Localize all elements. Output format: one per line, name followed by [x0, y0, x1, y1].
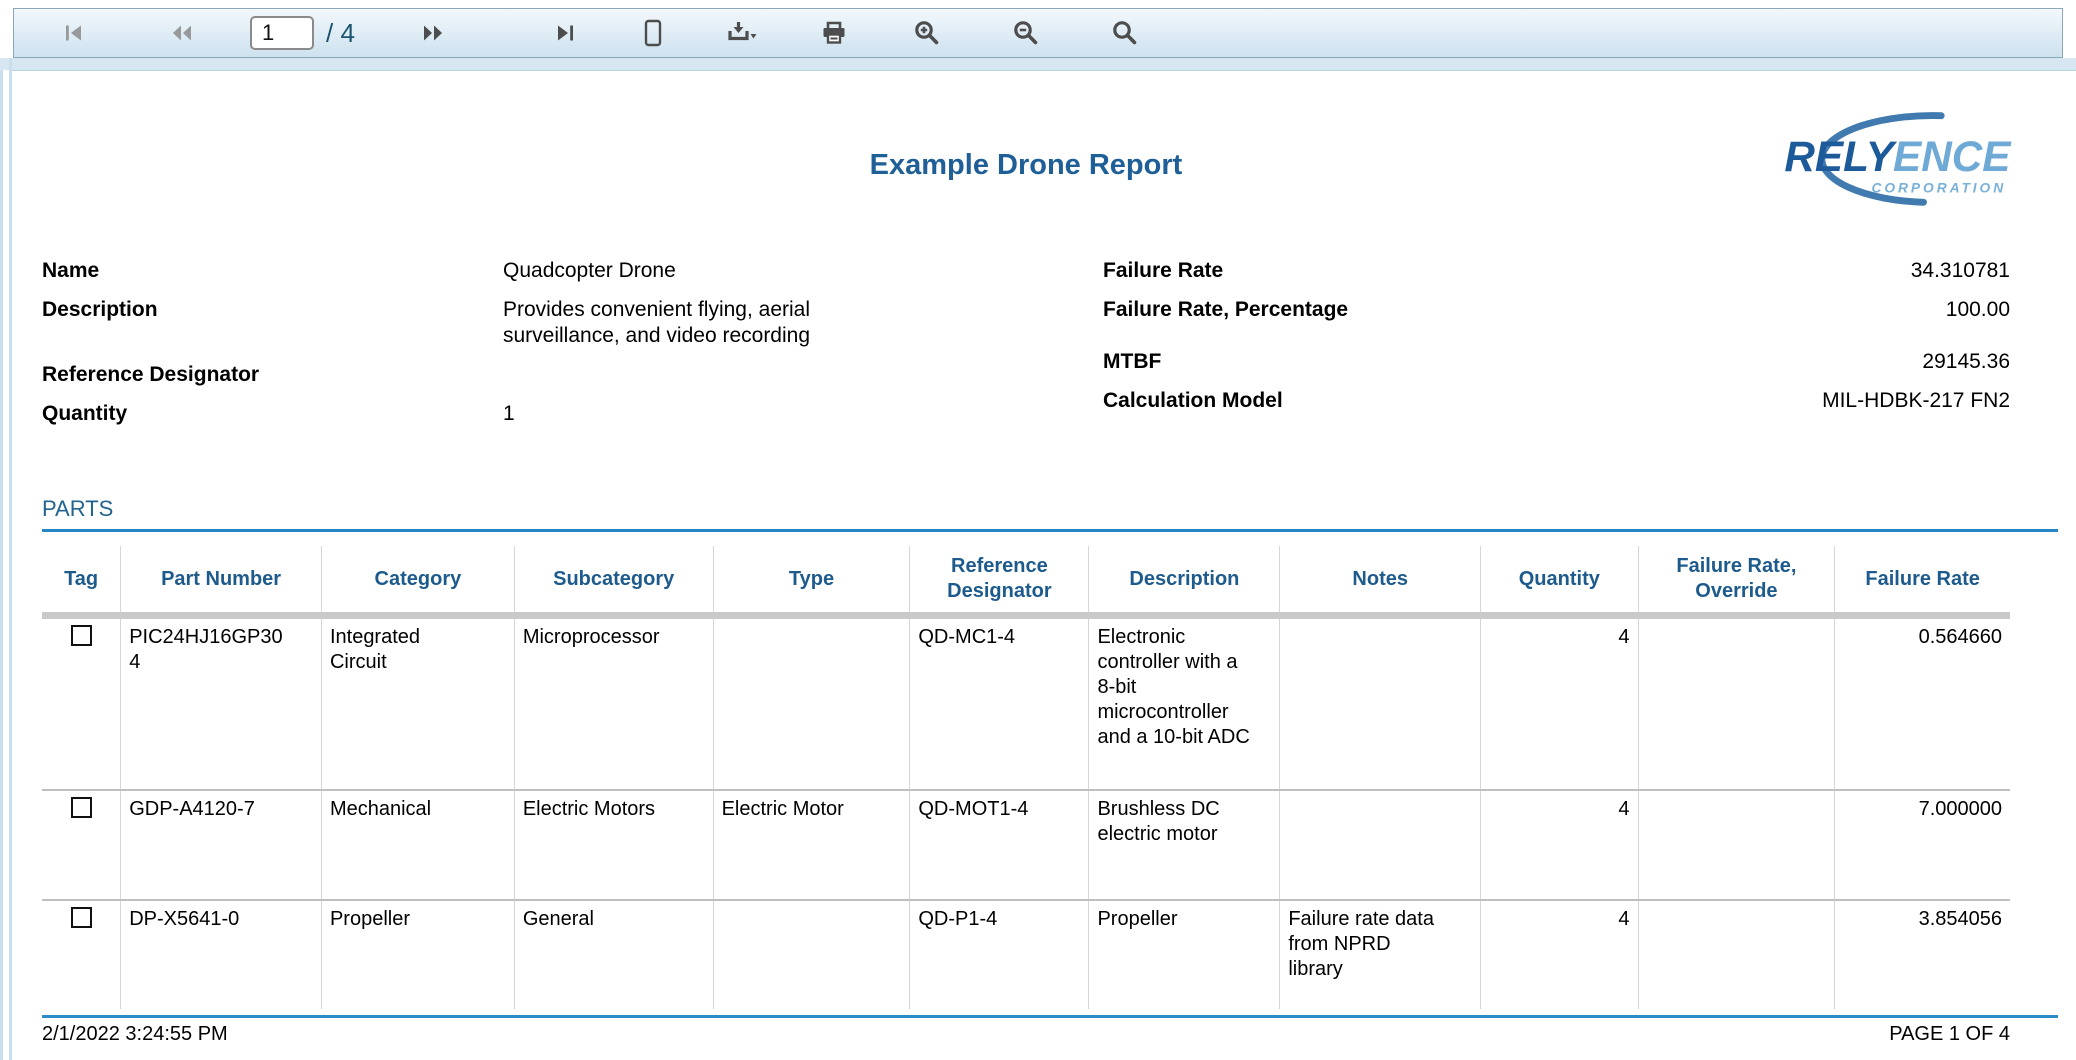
column-header-tag: Tag	[42, 546, 121, 616]
table-row: GDP-A4120-7 Mechanical Electric Motors E…	[42, 790, 2010, 900]
summary-value: Provides convenient flying, aerial surve…	[503, 297, 873, 349]
summary-value: MIL-HDBK-217 FN2	[1822, 388, 2010, 414]
report-timestamp: 2/1/2022 3:24:55 PM	[42, 1023, 228, 1046]
column-header-description: Description	[1089, 546, 1280, 616]
column-header-failure-rate: Failure Rate	[1835, 546, 2010, 616]
summary-value: 1	[503, 401, 515, 427]
column-header-subcategory: Subcategory	[514, 546, 713, 616]
print-icon	[821, 20, 847, 46]
report-page: Example Drone Report RELY ENCE CORPORATI…	[12, 70, 2076, 1060]
zoom-out-icon	[1012, 20, 1039, 47]
previous-page-icon	[170, 23, 194, 43]
column-header-type: Type	[713, 546, 910, 616]
tag-checkbox[interactable]	[71, 907, 92, 928]
single-page-icon	[641, 19, 665, 47]
parts-header-row: Tag Part Number Category Subcategory Typ…	[42, 546, 2010, 616]
cell-notes: Failure rate data from NPRD library	[1288, 907, 1444, 982]
summary-label: Quantity	[42, 401, 503, 427]
zoom-out-button[interactable]	[1012, 20, 1039, 47]
zoom-in-button[interactable]	[913, 20, 940, 47]
cell-reference-designator: QD-MOT1-4	[918, 797, 1080, 822]
column-header-failure-rate-override: Failure Rate, Override	[1638, 546, 1835, 616]
report-summary: NameQuadcopter Drone DescriptionProvides…	[42, 258, 2010, 440]
summary-label: MTBF	[1103, 349, 1161, 375]
cell-failure-rate-override	[1638, 900, 1835, 1009]
cell-subcategory: General	[523, 907, 705, 932]
summary-label: Failure Rate	[1103, 258, 1223, 284]
summary-label: Calculation Model	[1103, 388, 1283, 414]
page-number-input[interactable]	[250, 16, 314, 50]
cell-description: Propeller	[1097, 907, 1257, 932]
stage-top-band	[0, 58, 2076, 70]
column-header-notes: Notes	[1280, 546, 1481, 616]
cell-category: Integrated Circuit	[330, 625, 478, 675]
page-indicator: PAGE 1 OF 4	[1889, 1023, 2010, 1046]
last-page-icon	[555, 23, 577, 43]
logo-rely-text: RELY	[1784, 133, 1897, 180]
parts-section-rule	[42, 529, 2058, 532]
page-footer: 2/1/2022 3:24:55 PM PAGE 1 OF 4	[42, 1023, 2010, 1046]
summary-value: 29145.36	[1922, 349, 2010, 375]
last-page-button[interactable]	[555, 23, 577, 43]
viewer-toolbar: / 4	[13, 8, 2063, 58]
first-page-icon	[62, 23, 84, 43]
search-icon	[1111, 20, 1138, 47]
download-button[interactable]	[727, 20, 759, 46]
tag-checkbox[interactable]	[71, 625, 92, 646]
table-row: DP-X5641-0 Propeller General QD-P1-4 Pro…	[42, 900, 2010, 1009]
column-header-quantity: Quantity	[1481, 546, 1638, 616]
cell-subcategory: Microprocessor	[523, 625, 705, 650]
next-page-button[interactable]	[421, 23, 445, 43]
next-page-icon	[421, 23, 445, 43]
summary-label: Reference Designator	[42, 362, 503, 388]
cell-quantity: 4	[1481, 616, 1638, 791]
cell-quantity: 4	[1481, 790, 1638, 900]
tag-checkbox[interactable]	[71, 797, 92, 818]
zoom-in-icon	[913, 20, 940, 47]
parts-table: Tag Part Number Category Subcategory Typ…	[42, 546, 2010, 1009]
cell-part-number: PIC24HJ16GP304	[129, 625, 287, 675]
footer-rule	[42, 1015, 2058, 1018]
summary-label: Failure Rate, Percentage	[1103, 297, 1348, 323]
cell-failure-rate-override	[1638, 616, 1835, 791]
cell-type: Electric Motor	[722, 797, 902, 822]
table-row: PIC24HJ16GP304 Integrated Circuit Microp…	[42, 616, 2010, 791]
cell-failure-rate: 7.000000	[1835, 790, 2010, 900]
logo-ence-text: ENCE	[1893, 133, 2012, 180]
pdf-report-viewer: / 4 Example Drone Re	[0, 0, 2076, 1060]
summary-label: Description	[42, 297, 503, 349]
relyence-logo: RELY ENCE CORPORATION	[1776, 107, 2012, 211]
download-icon	[727, 20, 759, 46]
column-header-part-number: Part Number	[121, 546, 322, 616]
summary-value: 100.00	[1946, 297, 2010, 323]
cell-reference-designator: QD-MC1-4	[918, 625, 1080, 650]
search-button[interactable]	[1111, 20, 1138, 47]
summary-label: Name	[42, 258, 503, 284]
first-page-button[interactable]	[62, 23, 84, 43]
summary-value: 34.310781	[1911, 258, 2010, 284]
cell-category: Propeller	[330, 907, 478, 932]
column-header-reference-designator: Reference Designator	[910, 546, 1089, 616]
cell-category: Mechanical	[330, 797, 478, 822]
report-title: Example Drone Report	[42, 71, 2010, 182]
cell-failure-rate: 3.854056	[1835, 900, 2010, 1009]
cell-part-number: DP-X5641-0	[129, 907, 287, 932]
previous-page-button[interactable]	[170, 23, 194, 43]
single-page-view-button[interactable]	[641, 19, 665, 47]
cell-quantity: 4	[1481, 900, 1638, 1009]
cell-failure-rate-override	[1638, 790, 1835, 900]
logo-corporation-text: CORPORATION	[1872, 180, 2007, 195]
cell-part-number: GDP-A4120-7	[129, 797, 287, 822]
cell-reference-designator: QD-P1-4	[918, 907, 1080, 932]
page-count-label: / 4	[326, 18, 355, 49]
summary-value: Quadcopter Drone	[503, 258, 676, 284]
viewer-stage: Example Drone Report RELY ENCE CORPORATI…	[0, 58, 2076, 1060]
cell-description: Brushless DC electric motor	[1097, 797, 1257, 847]
print-button[interactable]	[821, 20, 847, 46]
cell-failure-rate: 0.564660	[1835, 616, 2010, 791]
cell-description: Electronic controller with a 8-bit micro…	[1097, 625, 1257, 750]
column-header-category: Category	[321, 546, 514, 616]
cell-subcategory: Electric Motors	[523, 797, 705, 822]
parts-section-title: PARTS	[42, 496, 2010, 522]
